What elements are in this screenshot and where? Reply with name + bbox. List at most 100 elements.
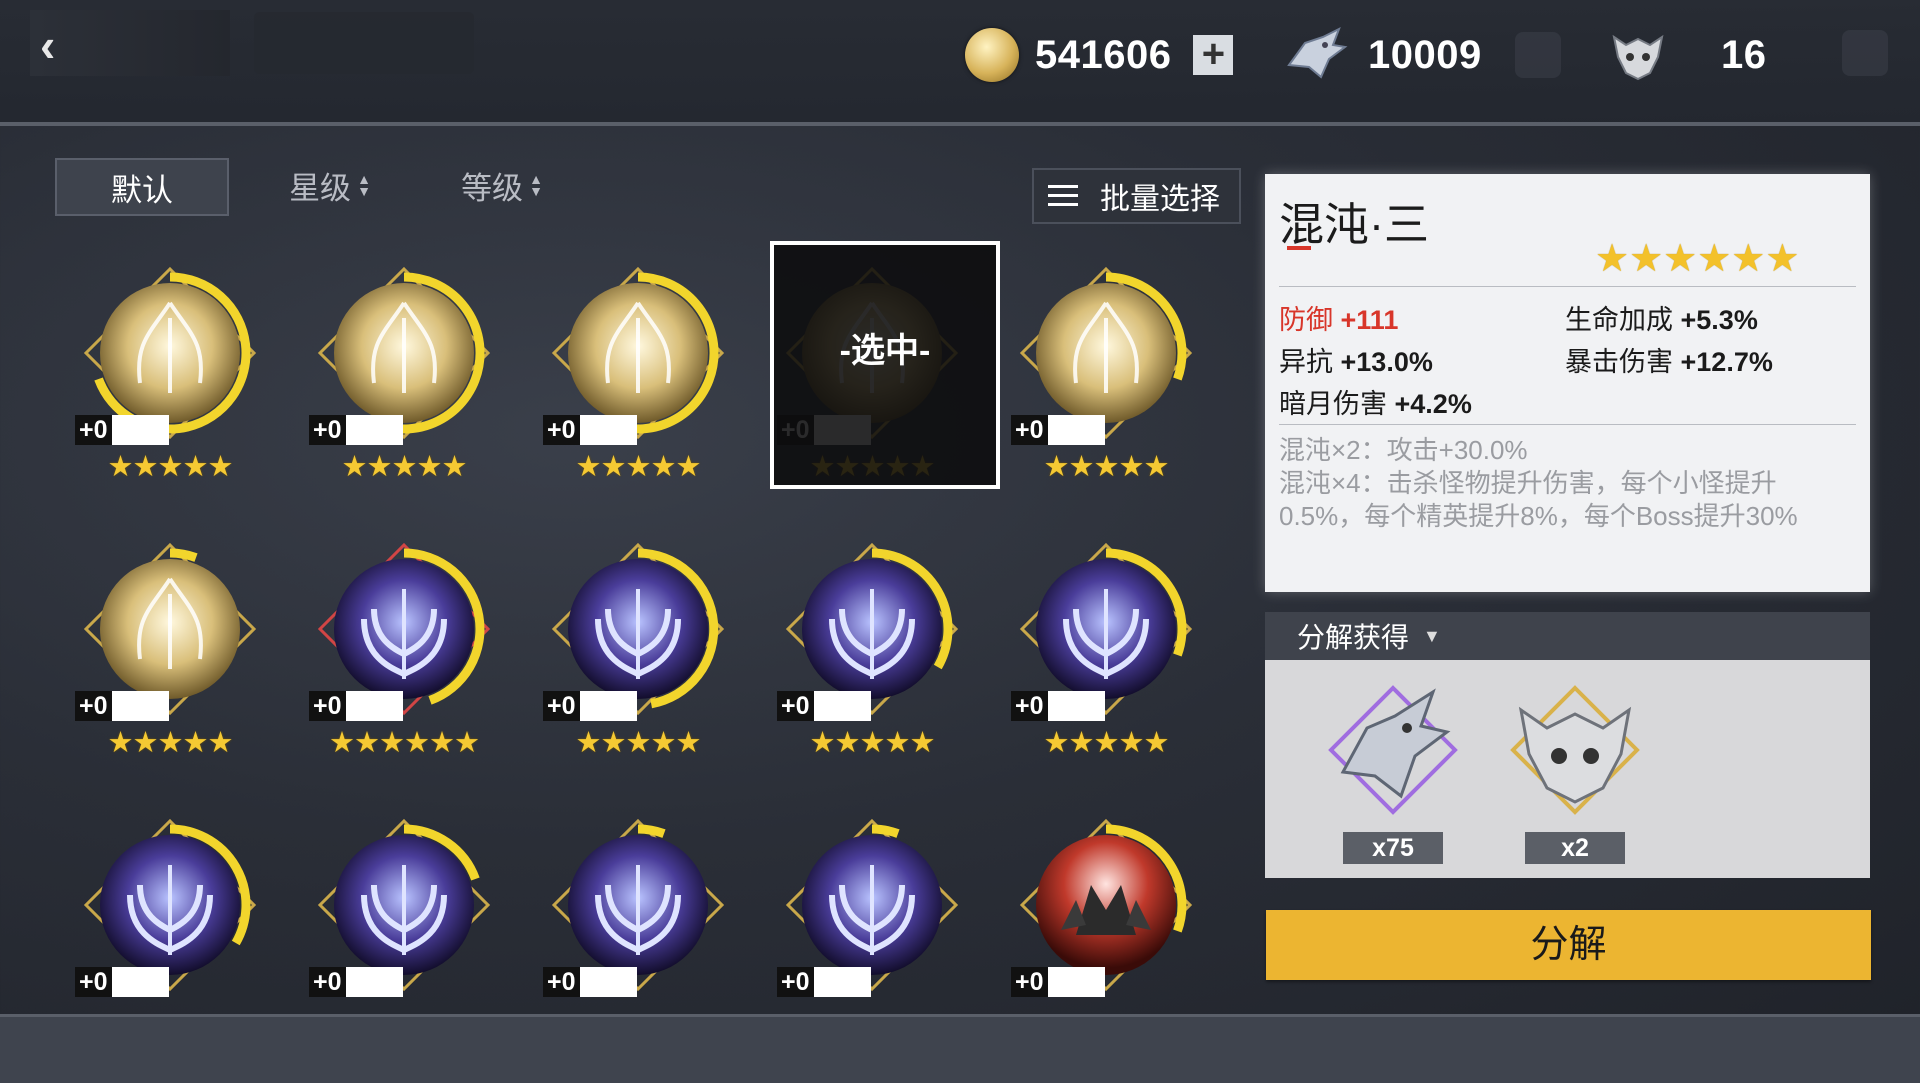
tab-star-sort[interactable]: 星级 ▲ ▼ xyxy=(270,158,390,212)
equipment-item[interactable]: +0 ★★★★★ xyxy=(1006,255,1206,495)
topbar-divider xyxy=(0,122,1920,126)
batch-select-button[interactable]: 批量选择 xyxy=(1032,168,1241,224)
enhance-level: +0 xyxy=(777,967,814,997)
reward-qty: x75 xyxy=(1343,832,1443,864)
enhance-level-badge: +0 xyxy=(543,691,637,721)
equipment-item[interactable]: +0 ★★★★★★ xyxy=(304,531,504,771)
divider xyxy=(1279,286,1856,287)
sort-arrows-icon: ▲ ▼ xyxy=(529,171,543,199)
add-gold-button[interactable]: + xyxy=(1193,34,1234,75)
sort-arrows-icon: ▲ ▼ xyxy=(357,171,371,199)
tab-star-label: 星级 xyxy=(289,170,352,206)
item-stars: ★★★★★ xyxy=(1043,451,1170,483)
enhance-level: +0 xyxy=(75,691,112,721)
enhance-level-badge: +0 xyxy=(75,967,169,997)
equipment-item[interactable]: +0 ★★★★★ xyxy=(70,255,270,495)
equipment-item[interactable]: +0 ★★★★★ xyxy=(538,255,738,495)
dragon-shard-icon xyxy=(1323,680,1463,820)
decompose-rewards-title: 分解获得 xyxy=(1297,622,1410,653)
list-icon xyxy=(1048,183,1078,209)
decompose-rewards-header[interactable]: 分解获得 ▼ xyxy=(1265,612,1870,660)
enhance-level-badge: +0 xyxy=(777,967,871,997)
item-stars: ★★★★★★ xyxy=(1595,238,1800,280)
enhance-level: +0 xyxy=(309,967,346,997)
attr-value: +111 xyxy=(1340,305,1399,335)
enhance-level-badge: +0 xyxy=(75,415,169,445)
batch-select-label: 批量选择 xyxy=(1100,183,1220,216)
enhance-level: +0 xyxy=(309,691,346,721)
back-arrow-icon: ‹ xyxy=(40,19,56,71)
selected-label: -选中- xyxy=(839,332,931,370)
enhance-level-badge: +0 xyxy=(309,967,403,997)
item-stars: ★★★★★ xyxy=(575,727,702,759)
skull-amount: 16 xyxy=(1721,32,1767,77)
dragon-shard-amount: 10009 xyxy=(1368,32,1482,77)
title-accent xyxy=(1287,246,1311,250)
enhance-level-badge: +0 xyxy=(543,415,637,445)
attr-resist: 异抗 +13.0% xyxy=(1279,340,1433,379)
equipment-item[interactable]: +0 xyxy=(70,807,270,1047)
item-stars: ★★★★★ xyxy=(809,727,936,759)
skull-icon xyxy=(1605,22,1671,88)
equipment-item[interactable]: +0 xyxy=(772,807,972,1047)
enhance-level: +0 xyxy=(777,691,814,721)
equipment-item[interactable]: +0 xyxy=(304,807,504,1047)
item-stars: ★★★★★ xyxy=(107,727,234,759)
blurred-plus xyxy=(1515,32,1561,78)
blurred-tab xyxy=(254,12,474,74)
attr-label: 防御 xyxy=(1279,305,1333,335)
equipment-item[interactable]: +0 ★★★★★ xyxy=(70,531,270,771)
enhance-level: +0 xyxy=(543,967,580,997)
attr-hp-bonus: 生命加成 +5.3% xyxy=(1565,298,1758,337)
back-button[interactable]: ‹ xyxy=(30,10,230,76)
attr-label: 生命加成 xyxy=(1565,305,1673,335)
enhance-level-badge: +0 xyxy=(309,415,403,445)
enhance-level: +0 xyxy=(1011,967,1048,997)
equipment-item[interactable]: +0 ★★★★★ xyxy=(304,255,504,495)
tab-default-label: 默认 xyxy=(111,172,173,208)
tab-level-label: 等级 xyxy=(461,170,524,206)
blurred-plus-2 xyxy=(1842,30,1888,76)
bottom-strip xyxy=(0,1014,1920,1083)
enhance-level-badge: +0 xyxy=(777,691,871,721)
enhance-level-badge: +0 xyxy=(309,691,403,721)
reward-skull-token[interactable]: x2 xyxy=(1495,680,1655,865)
item-stars: ★★★★★ xyxy=(575,451,702,483)
caret-down-icon: ▼ xyxy=(1423,625,1441,646)
set-bonus-text: 混沌×2：攻击+30.0% 混沌×4：击杀怪物提升伤害，每个小怪提升0.5%，每… xyxy=(1279,434,1859,533)
gold-coin-icon xyxy=(965,28,1019,82)
decompose-button[interactable]: 分解 xyxy=(1266,910,1871,980)
equipment-item[interactable]: +0 xyxy=(1006,807,1206,1047)
skull-currency: 16 xyxy=(1605,20,1767,90)
enhance-level: +0 xyxy=(543,691,580,721)
equipment-item[interactable]: +0★★★★★-选中- xyxy=(770,241,1000,495)
enhance-level-badge: +0 xyxy=(1011,691,1105,721)
gold-amount: 541606 xyxy=(1035,32,1172,77)
skull-token-icon xyxy=(1505,680,1645,820)
set-bonus-2: 混沌×2：攻击+30.0% xyxy=(1279,435,1528,465)
enhance-level: +0 xyxy=(75,967,112,997)
enhance-level-badge: +0 xyxy=(1011,967,1105,997)
selected-overlay[interactable]: -选中- xyxy=(770,241,1000,489)
equipment-item[interactable]: +0 ★★★★★ xyxy=(772,531,972,771)
tab-level-sort[interactable]: 等级 ▲ ▼ xyxy=(442,158,562,212)
equipment-item[interactable]: +0 xyxy=(538,807,738,1047)
attr-value: +5.3% xyxy=(1680,305,1758,335)
equipment-grid: +0★★★★★+0★★★★★+0★★★★★+0★★★★★-选中-+0★★★★★+… xyxy=(70,241,1210,1015)
attr-label: 异抗 xyxy=(1279,347,1333,377)
enhance-level: +0 xyxy=(1011,415,1048,445)
attr-label: 暴击伤害 xyxy=(1565,347,1673,377)
tab-default-sort[interactable]: 默认 xyxy=(55,158,229,216)
reward-qty: x2 xyxy=(1525,832,1625,864)
item-detail-panel: 混沌·三 ★★★★★★ 防御 +111 生命加成 +5.3% 异抗 +13.0%… xyxy=(1265,174,1870,592)
reward-dragon-shard[interactable]: x75 xyxy=(1313,680,1473,865)
attr-crit-damage: 暴击伤害 +12.7% xyxy=(1565,340,1773,379)
enhance-level-badge: +0 xyxy=(1011,415,1105,445)
enhance-level: +0 xyxy=(1011,691,1048,721)
decompose-rewards: x75 x2 xyxy=(1265,660,1870,878)
attr-defense: 防御 +111 xyxy=(1279,298,1398,337)
set-bonus-4: 混沌×4：击杀怪物提升伤害，每个小怪提升0.5%，每个精英提升8%，每个Boss… xyxy=(1279,468,1798,531)
equipment-item[interactable]: +0 ★★★★★ xyxy=(1006,531,1206,771)
equipment-item[interactable]: +0 ★★★★★ xyxy=(538,531,738,771)
enhance-level: +0 xyxy=(309,415,346,445)
